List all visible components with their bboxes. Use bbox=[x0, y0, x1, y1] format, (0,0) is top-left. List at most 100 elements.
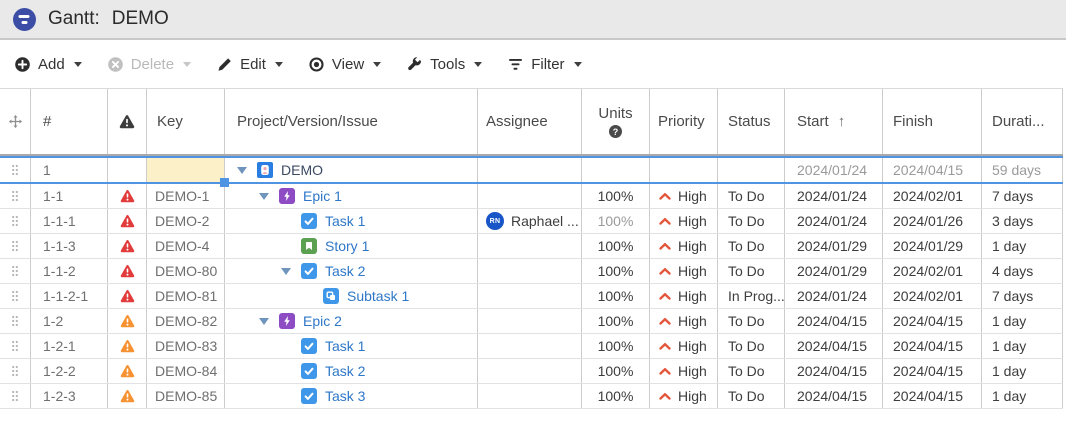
warning-cell[interactable] bbox=[108, 284, 147, 308]
assignee-cell[interactable] bbox=[478, 309, 582, 333]
assignee-cell[interactable]: RN Raphael ... bbox=[478, 209, 582, 233]
issue-cell[interactable]: Epic 2 bbox=[225, 309, 478, 333]
table-row[interactable]: 1-2-2 DEMO-84 Task 2 100% High To Do 202… bbox=[0, 359, 1063, 384]
collapse-arrow-icon[interactable] bbox=[237, 167, 257, 174]
issue-cell[interactable]: Subtask 1 bbox=[225, 284, 478, 308]
key-cell[interactable] bbox=[147, 158, 225, 182]
delete-button[interactable]: Delete bbox=[107, 56, 191, 73]
start-cell[interactable]: 2024/04/15 bbox=[785, 334, 883, 358]
warning-cell[interactable] bbox=[108, 209, 147, 233]
table-row[interactable]: 1-2 DEMO-82 Epic 2 100% High To Do 2024/… bbox=[0, 309, 1063, 334]
table-row[interactable]: 1-1-2-1 DEMO-81 Subtask 1 100% High In P… bbox=[0, 284, 1063, 309]
priority-cell[interactable]: High bbox=[650, 309, 718, 333]
units-cell[interactable]: 100% bbox=[582, 184, 650, 208]
start-cell[interactable]: 2024/01/29 bbox=[785, 259, 883, 283]
finish-cell[interactable]: 2024/04/15 bbox=[883, 334, 982, 358]
table-row[interactable]: 1-1-3 DEMO-4 Story 1 100% High To Do 202… bbox=[0, 234, 1063, 259]
issue-cell[interactable]: DEMO bbox=[225, 158, 478, 182]
table-row[interactable]: 1-1 DEMO-1 Epic 1 100% High To Do 2024/0… bbox=[0, 184, 1063, 209]
add-button[interactable]: Add bbox=[14, 56, 82, 73]
warning-cell[interactable] bbox=[108, 259, 147, 283]
key-cell[interactable]: DEMO-4 bbox=[147, 234, 225, 258]
priority-cell[interactable]: High bbox=[650, 284, 718, 308]
help-icon[interactable] bbox=[609, 125, 622, 138]
warning-cell[interactable] bbox=[108, 184, 147, 208]
priority-cell[interactable]: High bbox=[650, 234, 718, 258]
edit-button[interactable]: Edit bbox=[216, 56, 283, 73]
column-header-units[interactable]: Units bbox=[582, 89, 650, 154]
duration-cell[interactable]: 1 day bbox=[982, 384, 1063, 408]
issue-cell[interactable]: Task 2 bbox=[225, 259, 478, 283]
finish-cell[interactable]: 2024/04/15 bbox=[883, 158, 982, 182]
status-cell[interactable]: To Do bbox=[718, 184, 785, 208]
duration-cell[interactable]: 7 days bbox=[982, 284, 1063, 308]
issue-link[interactable]: Task 1 bbox=[325, 213, 365, 229]
row-drag-handle[interactable] bbox=[0, 384, 31, 408]
assignee-cell[interactable] bbox=[478, 259, 582, 283]
issue-link[interactable]: Task 3 bbox=[325, 388, 365, 404]
finish-cell[interactable]: 2024/02/01 bbox=[883, 184, 982, 208]
units-cell[interactable]: 100% bbox=[582, 284, 650, 308]
key-cell[interactable]: DEMO-82 bbox=[147, 309, 225, 333]
start-cell[interactable]: 2024/04/15 bbox=[785, 309, 883, 333]
table-row[interactable]: 1-1-2 DEMO-80 Task 2 100% High To Do 202… bbox=[0, 259, 1063, 284]
priority-cell[interactable]: High bbox=[650, 259, 718, 283]
column-header-status[interactable]: Status bbox=[718, 89, 785, 154]
collapse-arrow-icon[interactable] bbox=[259, 193, 279, 200]
key-cell[interactable]: DEMO-2 bbox=[147, 209, 225, 233]
status-cell[interactable]: In Prog... bbox=[718, 284, 785, 308]
duration-cell[interactable]: 7 days bbox=[982, 184, 1063, 208]
issue-link[interactable]: Task 2 bbox=[325, 363, 365, 379]
priority-cell[interactable]: High bbox=[650, 334, 718, 358]
key-cell[interactable]: DEMO-83 bbox=[147, 334, 225, 358]
column-header-number[interactable]: # bbox=[31, 89, 108, 154]
selection-fill-handle[interactable] bbox=[220, 178, 229, 187]
key-cell[interactable]: DEMO-1 bbox=[147, 184, 225, 208]
finish-cell[interactable]: 2024/04/15 bbox=[883, 384, 982, 408]
column-header-assignee[interactable]: Assignee bbox=[478, 89, 582, 154]
view-button[interactable]: View bbox=[308, 56, 381, 73]
start-cell[interactable]: 2024/01/24 bbox=[785, 284, 883, 308]
filter-button[interactable]: Filter bbox=[507, 56, 581, 73]
duration-cell[interactable]: 1 day bbox=[982, 309, 1063, 333]
warning-cell[interactable] bbox=[108, 384, 147, 408]
finish-cell[interactable]: 2024/01/29 bbox=[883, 234, 982, 258]
warning-cell[interactable] bbox=[108, 334, 147, 358]
priority-cell[interactable]: High bbox=[650, 184, 718, 208]
column-header-issue[interactable]: Project/Version/Issue bbox=[225, 89, 478, 154]
issue-cell[interactable]: Epic 1 bbox=[225, 184, 478, 208]
priority-cell[interactable]: High bbox=[650, 209, 718, 233]
issue-link[interactable]: Task 1 bbox=[325, 338, 365, 354]
assignee-cell[interactable] bbox=[478, 359, 582, 383]
duration-cell[interactable]: 3 days bbox=[982, 209, 1063, 233]
warning-cell[interactable] bbox=[108, 158, 147, 182]
project-name[interactable]: DEMO bbox=[281, 162, 323, 178]
units-cell[interactable]: 100% bbox=[582, 384, 650, 408]
column-header-duration[interactable]: Durati... bbox=[982, 89, 1063, 154]
finish-cell[interactable]: 2024/02/01 bbox=[883, 284, 982, 308]
assignee-cell[interactable] bbox=[478, 158, 582, 182]
row-drag-handle[interactable] bbox=[0, 184, 31, 208]
issue-cell[interactable]: Task 2 bbox=[225, 359, 478, 383]
duration-cell[interactable]: 1 day bbox=[982, 334, 1063, 358]
column-header-key[interactable]: Key bbox=[147, 89, 225, 154]
issue-link[interactable]: Epic 2 bbox=[303, 313, 342, 329]
key-cell[interactable]: DEMO-85 bbox=[147, 384, 225, 408]
status-cell[interactable]: To Do bbox=[718, 334, 785, 358]
status-cell[interactable]: To Do bbox=[718, 359, 785, 383]
warning-cell[interactable] bbox=[108, 234, 147, 258]
start-cell[interactable]: 2024/01/29 bbox=[785, 234, 883, 258]
row-drag-handle[interactable] bbox=[0, 234, 31, 258]
warning-cell[interactable] bbox=[108, 359, 147, 383]
row-drag-handle[interactable] bbox=[0, 209, 31, 233]
issue-link[interactable]: Subtask 1 bbox=[347, 288, 409, 304]
table-row[interactable]: 1 DEMO 2024/01/24 2024/04/15 59 d bbox=[0, 156, 1063, 184]
assignee-cell[interactable] bbox=[478, 184, 582, 208]
units-cell[interactable]: 100% bbox=[582, 234, 650, 258]
start-cell[interactable]: 2024/01/24 bbox=[785, 209, 883, 233]
start-cell[interactable]: 2024/01/24 bbox=[785, 184, 883, 208]
assignee-cell[interactable] bbox=[478, 234, 582, 258]
duration-cell[interactable]: 1 day bbox=[982, 234, 1063, 258]
units-cell[interactable]: 100% bbox=[582, 259, 650, 283]
status-cell[interactable]: To Do bbox=[718, 384, 785, 408]
